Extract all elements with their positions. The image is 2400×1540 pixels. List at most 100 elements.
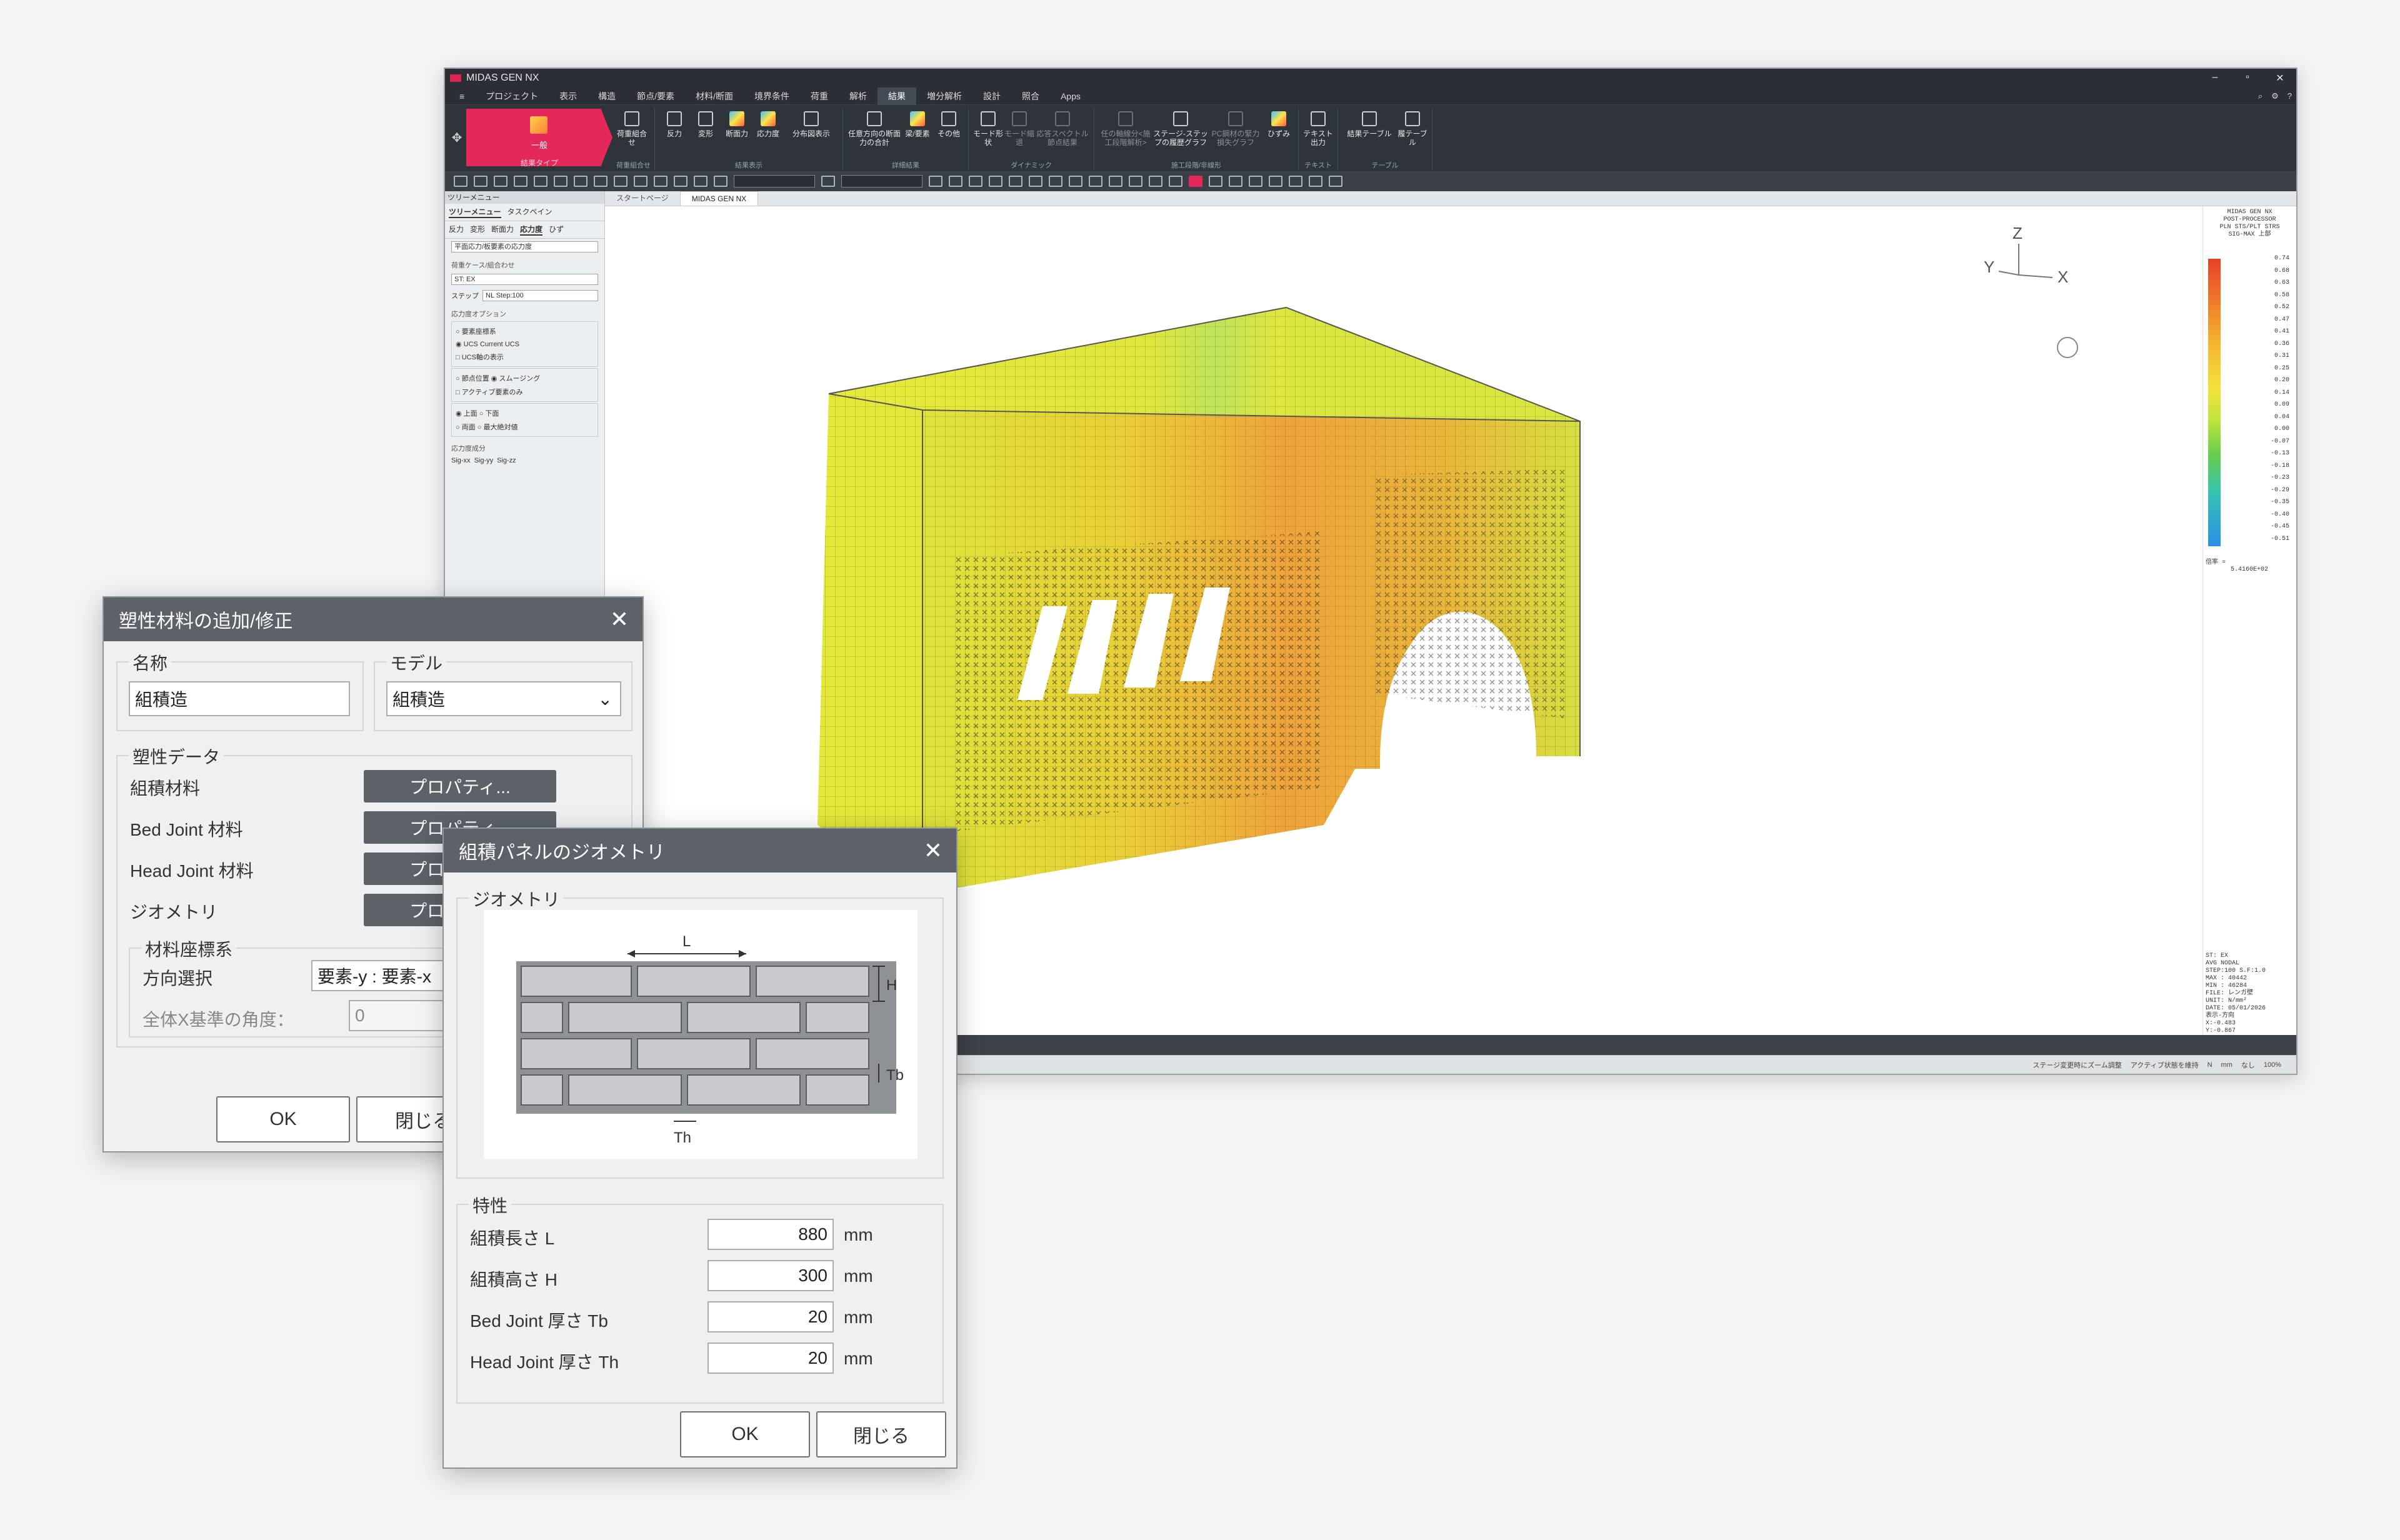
- status-keep-active[interactable]: アクティブ状態を維持: [2131, 1060, 2199, 1070]
- model-dropdown[interactable]: 組積造 ⌄: [386, 681, 621, 716]
- capture-icon[interactable]: [1329, 176, 1342, 187]
- ucs-radio[interactable]: ◉ UCS Current UCS: [456, 338, 594, 350]
- zoom-fit-icon[interactable]: [1209, 176, 1222, 187]
- pan-hand-icon[interactable]: ✥: [448, 105, 466, 171]
- top-radio[interactable]: ◉ 上面 ○ 下面: [456, 406, 594, 420]
- sig-yy-radio[interactable]: Sig-yy: [474, 457, 494, 464]
- sig-zz-radio[interactable]: Sig-zz: [497, 457, 516, 464]
- selection-dropdown[interactable]: [734, 175, 815, 188]
- select-all-icon[interactable]: [654, 176, 668, 187]
- plastic-ok-button[interactable]: OK: [216, 1096, 350, 1142]
- stage-axis-button[interactable]: 任の軸線分<施工段階解析>: [1098, 108, 1153, 160]
- menu-node-element[interactable]: 節点/要素: [626, 88, 685, 105]
- menu-material-section[interactable]: 材料/断面: [685, 88, 744, 105]
- geometry-close-button[interactable]: 閉じる: [816, 1411, 946, 1458]
- result-table-button[interactable]: 結果テーブル: [1342, 108, 1397, 160]
- elem-coord-radio[interactable]: ○ 要素座標系: [456, 324, 594, 338]
- subtab-stress[interactable]: 応力度: [520, 224, 543, 236]
- hidden-icon[interactable]: [1109, 176, 1122, 187]
- mode-reduction-button[interactable]: モード縮退: [1004, 108, 1035, 160]
- activate-icon[interactable]: [694, 176, 708, 187]
- step-dropdown[interactable]: NL Step:100: [482, 290, 598, 301]
- menu-analysis[interactable]: 解析: [839, 88, 878, 105]
- menu-structure[interactable]: 構造: [588, 88, 626, 105]
- filter-dropdown-icon[interactable]: [821, 176, 835, 187]
- status-zoom-adjust[interactable]: ステージ変更時にズーム調整: [2032, 1060, 2121, 1070]
- masonry-length-input[interactable]: 880: [708, 1219, 834, 1250]
- bed-joint-thickness-input[interactable]: 20: [708, 1301, 834, 1332]
- active-lock-icon[interactable]: [1189, 176, 1202, 187]
- ucs-axis-checkbox[interactable]: □ UCS軸の表示: [456, 350, 594, 364]
- both-radio[interactable]: ○ 両面 ○ 最大絶対値: [456, 420, 594, 434]
- geometry-ok-button[interactable]: OK: [680, 1411, 810, 1458]
- masonry-property-button[interactable]: プロパティ...: [364, 770, 556, 802]
- settings-icon[interactable]: ⚙: [2267, 91, 2283, 101]
- history-graph-button[interactable]: ステージ-ステップの履歴グラフ: [1153, 108, 1208, 160]
- sig-xx-radio[interactable]: Sig-xx: [451, 457, 471, 464]
- force-unit-dropdown[interactable]: N: [2208, 1061, 2212, 1069]
- subtab-deformation[interactable]: 変形: [470, 224, 485, 236]
- shrink-icon[interactable]: [1129, 176, 1142, 187]
- view-right-icon[interactable]: [1009, 176, 1022, 187]
- save-file-icon[interactable]: [494, 176, 508, 187]
- perspective-icon[interactable]: [1149, 176, 1162, 187]
- view-left-icon[interactable]: [989, 176, 1002, 187]
- redo-icon[interactable]: [534, 176, 548, 187]
- stress-button[interactable]: 応力度: [752, 108, 784, 160]
- zoom-level[interactable]: 100%: [2264, 1061, 2281, 1069]
- filter-icon[interactable]: [674, 176, 688, 187]
- section-force-button[interactable]: 断面力: [721, 108, 752, 160]
- beam-element-button[interactable]: 梁/要素: [902, 108, 933, 160]
- distribution-button[interactable]: 分布図表示: [784, 108, 839, 160]
- menu-check[interactable]: 照合: [1011, 88, 1050, 105]
- shading-icon[interactable]: [1089, 176, 1102, 187]
- deformation-button[interactable]: 変形: [690, 108, 721, 160]
- menu-design[interactable]: 設計: [972, 88, 1011, 105]
- view-top-icon[interactable]: [949, 176, 962, 187]
- pan-icon[interactable]: [1289, 176, 1302, 187]
- length-unit-dropdown[interactable]: mm: [2221, 1061, 2232, 1069]
- display-icon[interactable]: [1049, 176, 1062, 187]
- ucs-dropdown[interactable]: Current UCS: [480, 341, 519, 348]
- menu-project[interactable]: プロジェクト: [475, 88, 549, 105]
- close-window-button[interactable]: ✕: [2264, 72, 2296, 84]
- zoom-in-icon[interactable]: [1249, 176, 1262, 187]
- pc-loss-button[interactable]: PC鋼材の緊力損失グラフ: [1208, 108, 1263, 160]
- stress-type-dropdown[interactable]: 平面応力/板要素の応力度: [451, 241, 598, 252]
- select-window-icon[interactable]: [594, 176, 608, 187]
- view-bottom-icon[interactable]: [1029, 176, 1042, 187]
- close-icon[interactable]: ✕: [924, 838, 942, 864]
- select-icon[interactable]: [574, 176, 588, 187]
- subtab-strain[interactable]: ひず: [549, 224, 564, 236]
- head-joint-thickness-input[interactable]: 20: [708, 1342, 834, 1374]
- menu-apps[interactable]: Apps: [1050, 88, 1091, 105]
- menu-load[interactable]: 荷重: [800, 88, 839, 105]
- section-sum-button[interactable]: 任意方向の断面力の合計: [847, 108, 902, 160]
- open-file-icon[interactable]: [474, 176, 488, 187]
- tab-start-page[interactable]: スタートページ: [605, 190, 680, 206]
- zoom-window-icon[interactable]: [1229, 176, 1242, 187]
- copy-icon[interactable]: [554, 176, 568, 187]
- inactivate-icon[interactable]: [714, 176, 728, 187]
- loadcase-dropdown[interactable]: ST: EX: [451, 274, 598, 285]
- response-spectrum-button[interactable]: 応答スペクトル節点結果: [1035, 108, 1090, 160]
- tab-tree-menu[interactable]: ツリーメニュー: [449, 206, 501, 218]
- view-cube-icon[interactable]: [2057, 337, 2078, 358]
- history-table-button[interactable]: 履テーブル: [1397, 108, 1428, 160]
- maximize-button[interactable]: ▫: [2231, 72, 2264, 84]
- close-icon[interactable]: ✕: [610, 606, 629, 632]
- group-dropdown[interactable]: [841, 175, 922, 188]
- active-only-checkbox[interactable]: □ アクティブ要素のみ: [456, 385, 594, 399]
- rotate-icon[interactable]: [1309, 176, 1322, 187]
- new-file-icon[interactable]: [454, 176, 468, 187]
- undo-icon[interactable]: [514, 176, 528, 187]
- subtab-section-force[interactable]: 断面力: [491, 224, 514, 236]
- render-icon[interactable]: [1069, 176, 1082, 187]
- search-icon[interactable]: ⌕: [2254, 91, 2267, 101]
- view-iso-icon[interactable]: [969, 176, 982, 187]
- text-output-button[interactable]: テキスト出力: [1302, 108, 1334, 160]
- masonry-height-input[interactable]: 300: [708, 1260, 834, 1291]
- subtab-reaction[interactable]: 反力: [449, 224, 464, 236]
- select-polygon-icon[interactable]: [614, 176, 628, 187]
- mode-shape-button[interactable]: モード形状: [972, 108, 1004, 160]
